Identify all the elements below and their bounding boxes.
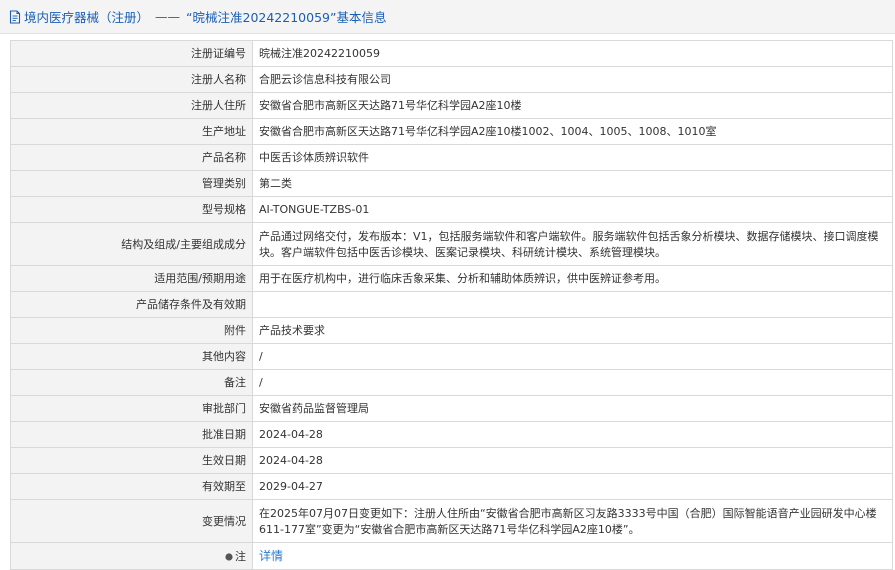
document-icon — [9, 9, 21, 24]
table-row: 型号规格 AI-TONGUE-TZBS-01 — [10, 196, 893, 223]
field-value — [252, 291, 893, 318]
table-row: 产品储存条件及有效期 — [10, 291, 893, 318]
field-value: 晥械注准20242210059 — [252, 40, 893, 67]
field-value: 2024-04-28 — [252, 447, 893, 474]
field-label: 注册人名称 — [10, 66, 253, 93]
field-value: 2024-04-28 — [252, 421, 893, 448]
field-label: 其他内容 — [10, 343, 253, 370]
table-row: 批准日期 2024-04-28 — [10, 421, 893, 448]
table-row: 注册人名称 合肥云诊信息科技有限公司 — [10, 66, 893, 93]
field-value: AI-TONGUE-TZBS-01 — [252, 196, 893, 223]
table-row: 审批部门 安徽省药品监督管理局 — [10, 395, 893, 422]
field-label: 附件 — [10, 317, 253, 344]
field-label: 管理类别 — [10, 170, 253, 197]
table-row: 其他内容 / — [10, 343, 893, 370]
table-row: 附件 产品技术要求 — [10, 317, 893, 344]
table-row: 注册证编号 晥械注准20242210059 — [10, 40, 893, 67]
note-value-cell: 详情 — [252, 542, 893, 570]
field-value: 安徽省合肥市高新区天达路71号华亿科学园A2座10楼 — [252, 92, 893, 119]
field-label: 审批部门 — [10, 395, 253, 422]
table-row: 生产地址 安徽省合肥市高新区天达路71号华亿科学园A2座10楼1002、1004、… — [10, 118, 893, 145]
field-value: 安徽省药品监督管理局 — [252, 395, 893, 422]
field-value: / — [252, 369, 893, 396]
field-label: 结构及组成/主要组成成分 — [10, 222, 253, 266]
field-label: 有效期至 — [10, 473, 253, 500]
header-separator: —— — [155, 9, 181, 24]
field-value: / — [252, 343, 893, 370]
field-value: 产品通过网络交付，发布版本：V1，包括服务端软件和客户端软件。服务端软件包括舌象… — [252, 222, 893, 266]
note-label: 注 — [235, 549, 246, 563]
table-row: 产品名称 中医舌诊体质辨识软件 — [10, 144, 893, 171]
page-header: 境内医疗器械（注册） —— “晥械注准20242210059”基本信息 — [0, 0, 895, 34]
field-label: 备注 — [10, 369, 253, 396]
table-row: 注 详情 — [10, 542, 893, 570]
page-title: “晥械注准20242210059”基本信息 — [186, 10, 387, 25]
field-value: 合肥云诊信息科技有限公司 — [252, 66, 893, 93]
field-value: 安徽省合肥市高新区天达路71号华亿科学园A2座10楼1002、1004、1005… — [252, 118, 893, 145]
field-label: 变更情况 — [10, 499, 253, 543]
table-row: 适用范围/预期用途 用于在医疗机构中，进行临床舌象采集、分析和辅助体质辨识，供中医… — [10, 265, 893, 292]
field-label: 生产地址 — [10, 118, 253, 145]
field-label: 生效日期 — [10, 447, 253, 474]
note-label-cell: 注 — [10, 542, 253, 570]
table-row: 结构及组成/主要组成成分 产品通过网络交付，发布版本：V1，包括服务端软件和客户端… — [10, 222, 893, 266]
table-row: 变更情况 在2025年07月07日变更如下：注册人住所由“安徽省合肥市高新区习友路… — [10, 499, 893, 543]
field-value: 用于在医疗机构中，进行临床舌象采集、分析和辅助体质辨识，供中医辨证参考用。 — [252, 265, 893, 292]
field-label: 适用范围/预期用途 — [10, 265, 253, 292]
field-value: 2029-04-27 — [252, 473, 893, 500]
field-label: 产品名称 — [10, 144, 253, 171]
field-label: 注册证编号 — [10, 40, 253, 67]
field-value: 中医舌诊体质辨识软件 — [252, 144, 893, 171]
field-value: 在2025年07月07日变更如下：注册人住所由“安徽省合肥市高新区习友路3333… — [252, 499, 893, 543]
table-row: 生效日期 2024-04-28 — [10, 447, 893, 474]
field-label: 型号规格 — [10, 196, 253, 223]
pin-icon — [225, 550, 233, 561]
details-link[interactable]: 详情 — [259, 549, 283, 563]
table-row: 管理类别 第二类 — [10, 170, 893, 197]
field-label: 注册人住所 — [10, 92, 253, 119]
field-value: 第二类 — [252, 170, 893, 197]
info-table: 注册证编号 晥械注准20242210059 注册人名称 合肥云诊信息科技有限公司 注… — [10, 40, 893, 570]
table-row: 注册人住所 安徽省合肥市高新区天达路71号华亿科学园A2座10楼 — [10, 92, 893, 119]
header-category: 境内医疗器械（注册） — [24, 10, 150, 25]
field-label: 批准日期 — [10, 421, 253, 448]
field-label: 产品储存条件及有效期 — [10, 291, 253, 318]
table-row: 备注 / — [10, 369, 893, 396]
table-row: 有效期至 2029-04-27 — [10, 473, 893, 500]
field-value: 产品技术要求 — [252, 317, 893, 344]
